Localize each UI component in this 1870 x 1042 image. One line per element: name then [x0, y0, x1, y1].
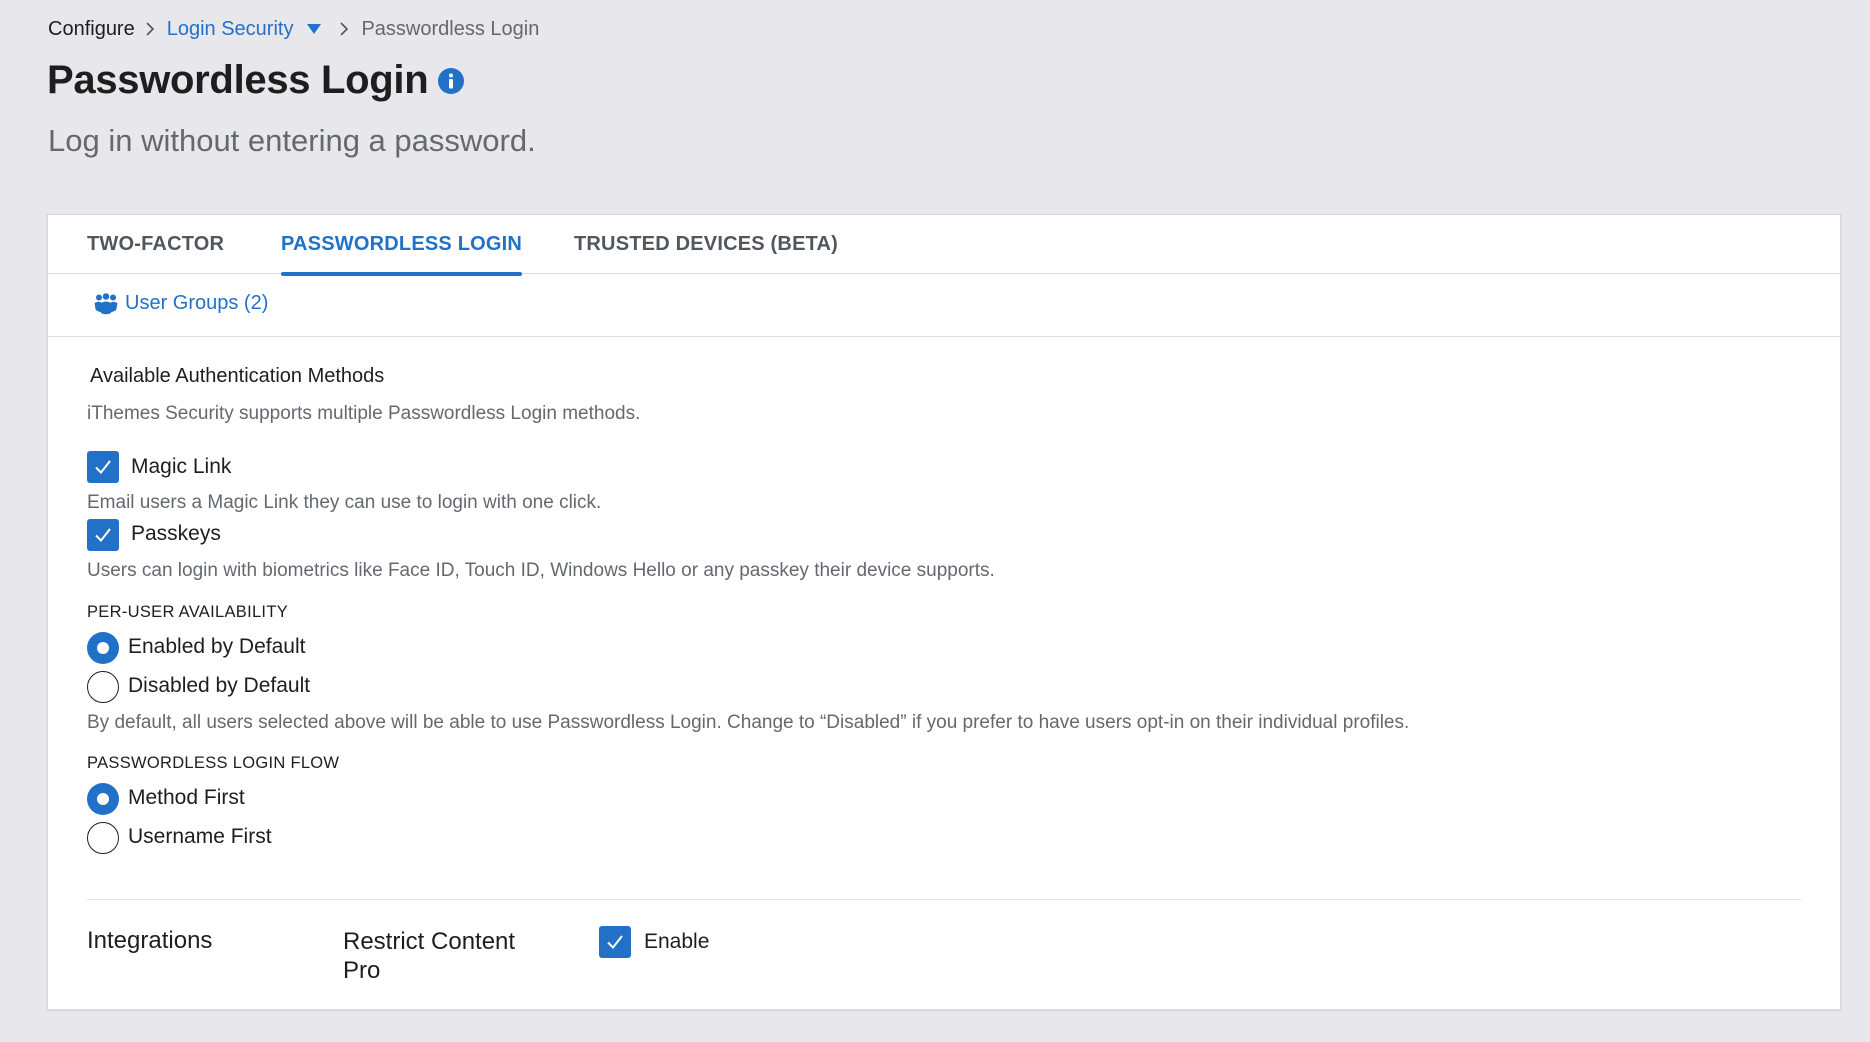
chevron-right-icon	[145, 22, 155, 36]
breadcrumb-configure[interactable]: Configure	[48, 18, 135, 41]
user-groups-bar: User Groups (2)	[48, 274, 1840, 337]
passkeys-label[interactable]: Passkeys	[131, 522, 221, 546]
availability-label: PER-USER AVAILABILITY	[87, 603, 289, 621]
magic-link-help: Email users a Magic Link they can use to…	[87, 492, 602, 513]
checkmark-icon	[607, 935, 623, 950]
user-groups-label: User Groups (2)	[125, 292, 269, 314]
checkmark-icon	[95, 460, 111, 475]
passkeys-checkbox[interactable]	[87, 519, 119, 551]
availability-help: By default, all users selected above wil…	[87, 712, 1410, 733]
username-first-radio[interactable]	[87, 822, 119, 854]
tab-two-factor[interactable]: TWO-FACTOR	[87, 215, 224, 274]
caret-down-icon[interactable]	[307, 24, 322, 34]
integrations-label: Integrations	[87, 927, 213, 954]
magic-link-label[interactable]: Magic Link	[131, 455, 231, 479]
checkmark-icon	[95, 528, 111, 543]
page-subtitle: Log in without entering a password.	[48, 123, 536, 158]
info-icon[interactable]	[438, 67, 465, 94]
username-first-label[interactable]: Username First	[128, 825, 272, 849]
page-title: Passwordless Login	[47, 58, 465, 103]
chevron-right-icon	[339, 22, 349, 36]
tab-passwordless-login[interactable]: PASSWORDLESS LOGIN	[281, 215, 523, 276]
tab-trusted-devices[interactable]: TRUSTED DEVICES (BETA)	[574, 215, 838, 274]
flow-label: PASSWORDLESS LOGIN FLOW	[87, 754, 340, 772]
restrict-content-pro-enable-label[interactable]: Enable	[644, 930, 709, 954]
enabled-by-default-label[interactable]: Enabled by Default	[128, 635, 305, 659]
section-divider	[87, 899, 1801, 900]
users-icon	[94, 292, 118, 314]
breadcrumb-login-security[interactable]: Login Security	[167, 18, 294, 41]
page-title-text: Passwordless Login	[47, 58, 429, 102]
tab-bar: TWO-FACTOR PASSWORDLESS LOGIN TRUSTED DE…	[48, 215, 1840, 276]
settings-card: TWO-FACTOR PASSWORDLESS LOGIN TRUSTED DE…	[47, 214, 1841, 1010]
magic-link-checkbox[interactable]	[87, 451, 119, 483]
user-groups-link[interactable]: User Groups (2)	[94, 292, 268, 315]
methods-title: Available Authentication Methods	[90, 365, 385, 387]
disabled-by-default-radio[interactable]	[87, 671, 119, 703]
restrict-content-pro-label: Restrict Content Pro	[343, 928, 516, 984]
method-first-radio[interactable]	[87, 783, 119, 815]
method-first-label[interactable]: Method First	[128, 786, 245, 810]
methods-description: iThemes Security supports multiple Passw…	[87, 403, 641, 424]
passkeys-help: Users can login with biometrics like Fac…	[87, 560, 995, 581]
disabled-by-default-label[interactable]: Disabled by Default	[128, 674, 310, 698]
restrict-content-pro-checkbox[interactable]	[599, 926, 631, 958]
breadcrumb: Configure Login Security Passwordless Lo…	[48, 16, 539, 42]
breadcrumb-current: Passwordless Login	[361, 17, 540, 40]
enabled-by-default-radio[interactable]	[87, 632, 119, 664]
